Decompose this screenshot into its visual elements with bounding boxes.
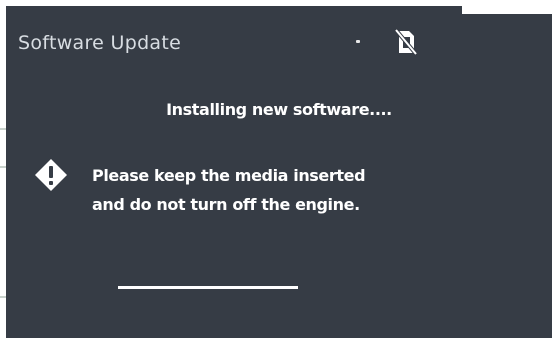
warning-message: Please keep the media inserted and do no… bbox=[92, 161, 366, 219]
no-media-card-icon bbox=[394, 28, 418, 56]
software-update-screen: Software Update Installing new software.… bbox=[6, 6, 552, 338]
glare-strip bbox=[462, 6, 552, 14]
installing-status-text: Installing new software.... bbox=[166, 100, 392, 119]
status-indicator-icon bbox=[356, 40, 360, 43]
screen-frame: Software Update Installing new software.… bbox=[0, 0, 558, 341]
progress-bar bbox=[118, 286, 298, 289]
page-title: Software Update bbox=[18, 32, 182, 54]
warning-message-line-1: Please keep the media inserted bbox=[92, 166, 366, 185]
warning-message-line-2: and do not turn off the engine. bbox=[92, 195, 360, 214]
warning-diamond-icon bbox=[35, 159, 67, 191]
progress-bar-fill bbox=[118, 286, 298, 289]
